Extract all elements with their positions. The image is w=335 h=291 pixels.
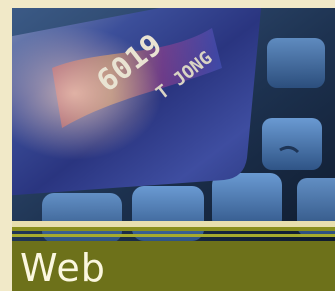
banner-title: Web [20,246,106,290]
credit-card-keyboard-photo: 6019 T JONG [12,8,335,241]
divider-olive-thin [12,234,335,237]
web-category-tile: 6019 T JONG Web [0,0,335,291]
credit-card: 6019 T JONG [12,8,262,198]
photo-illustration: 6019 T JONG [12,8,335,241]
divider-olive [12,227,335,231]
